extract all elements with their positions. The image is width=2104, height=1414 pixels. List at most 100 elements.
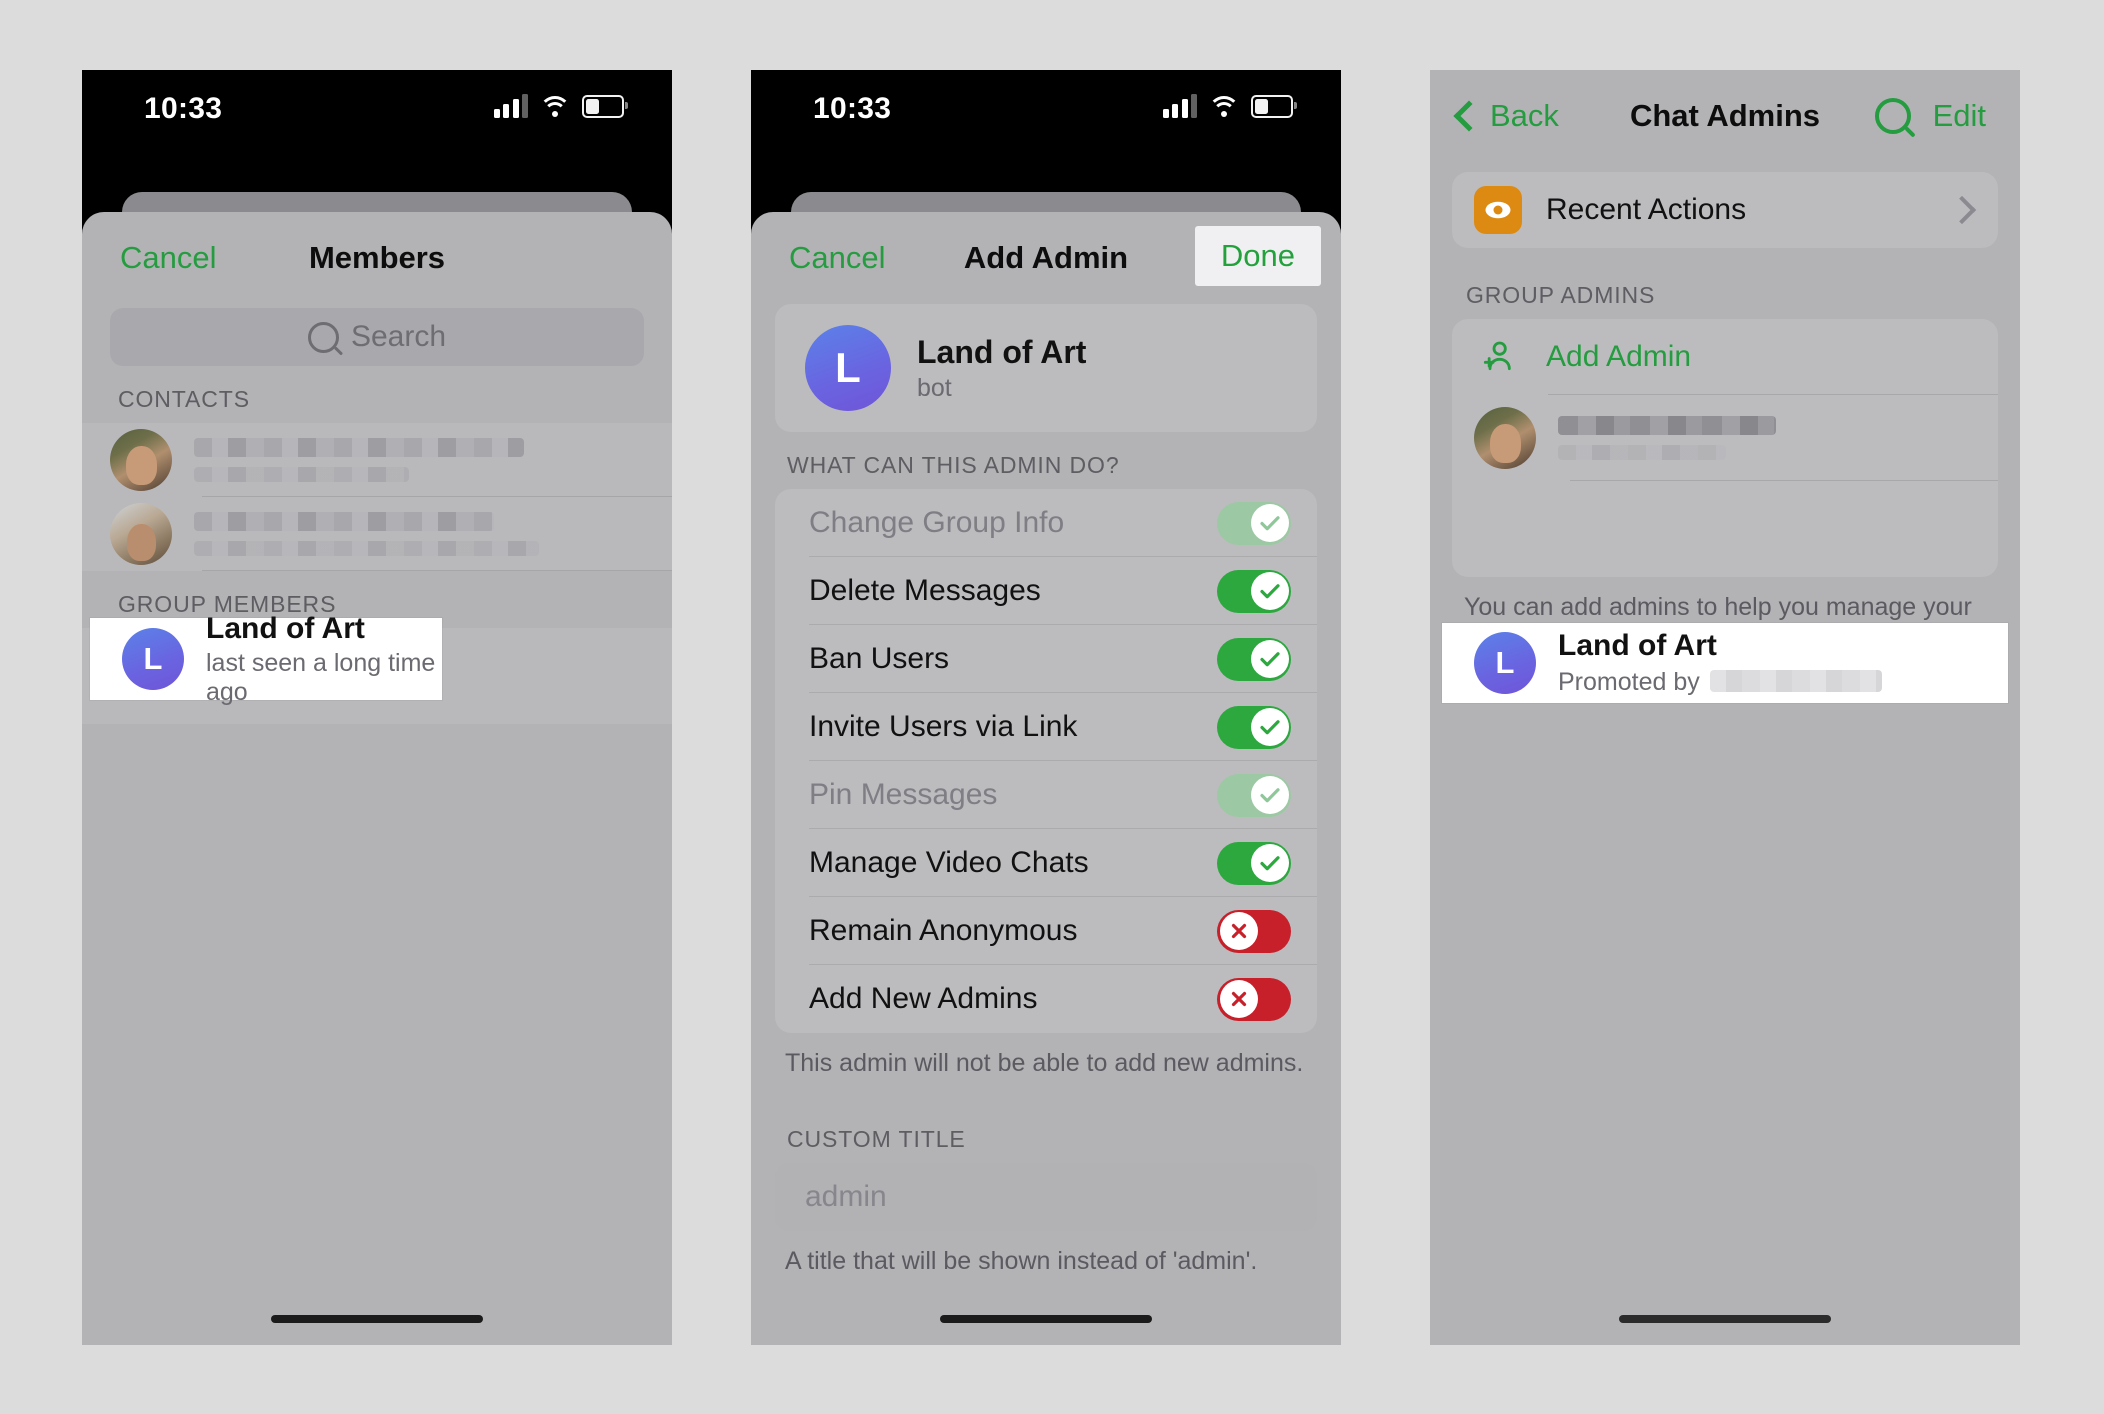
permission-row-pin-messages[interactable]: Pin Messages	[775, 761, 1317, 829]
add-admin-sheet: Cancel Add Admin Done L Land of Art bot …	[751, 212, 1341, 1345]
chevron-right-icon	[1947, 195, 1977, 225]
promoted-by-blurred-name	[1709, 670, 1882, 692]
chat-admins-navbar: Back Chat Admins Edit	[1430, 70, 2020, 162]
custom-title-placeholder: admin	[805, 1180, 887, 1213]
highlighted-member-land-of-art[interactable]: L Land of Art last seen a long time ago	[90, 612, 442, 706]
admin-name: Land of Art	[1558, 629, 1717, 662]
phone-screen-add-admin: 10:33 Cancel Add Admin Done L Land of Ar…	[751, 70, 1341, 1345]
member-name: Land of Art	[206, 611, 365, 645]
status-icons	[1162, 94, 1297, 118]
toggle-delete-messages[interactable]	[1217, 569, 1291, 613]
permissions-footnote: This admin will not be able to add new a…	[785, 1049, 1304, 1077]
edit-button[interactable]: Edit	[1933, 98, 1986, 134]
custom-title-input[interactable]: admin	[775, 1163, 1317, 1231]
search-placeholder: Search	[350, 320, 447, 353]
section-label-group-admins: GROUP ADMINS	[1466, 282, 1656, 308]
permission-row-delete-messages[interactable]: Delete Messages	[775, 557, 1317, 625]
group-admins-card: Add Admin	[1452, 319, 1998, 577]
custom-title-footnote: A title that will be shown instead of 'a…	[785, 1247, 1258, 1275]
custom-title-header: CUSTOM TITLE	[787, 1126, 966, 1152]
wifi-icon	[539, 95, 571, 117]
permission-row-manage-video-chats[interactable]: Manage Video Chats	[775, 829, 1317, 897]
bot-subtitle: bot	[917, 373, 952, 402]
contacts-list	[82, 423, 672, 571]
avatar: L	[1474, 632, 1536, 694]
permission-label: Manage Video Chats	[809, 846, 1089, 879]
home-indicator	[1619, 1315, 1831, 1323]
avatar-letter: L	[835, 344, 861, 391]
permission-row-ban-users[interactable]: Ban Users	[775, 625, 1317, 693]
status-bar: 10:33	[82, 70, 672, 148]
permission-row-add-new-admins[interactable]: Add New Admins	[775, 965, 1317, 1033]
search-icon[interactable]	[1874, 98, 1916, 138]
battery-icon	[1251, 94, 1297, 118]
status-time: 10:33	[813, 92, 892, 125]
highlighted-admin-land-of-art[interactable]: L Land of Art Promoted by	[1442, 623, 2008, 703]
permission-label: Delete Messages	[809, 574, 1041, 607]
avatar-letter: L	[143, 641, 163, 676]
blurred-name	[194, 438, 672, 482]
permissions-list: Change Group Info Delete Messages Ban Us…	[775, 489, 1317, 1033]
phone-screen-members: 10:33 Cancel Members Search CONTACTS GRO…	[82, 70, 672, 1345]
list-item[interactable]	[82, 497, 672, 571]
permission-label: Change Group Info	[809, 506, 1065, 539]
chat-admins-screen: Back Chat Admins Edit Recent Actions GRO…	[1430, 70, 2020, 1345]
members-sheet: Cancel Members Search CONTACTS GROUP MEM…	[82, 212, 672, 1345]
blurred-name	[194, 512, 672, 556]
status-time: 10:33	[144, 92, 223, 125]
person-add-icon	[1474, 337, 1522, 377]
add-admin-row[interactable]: Add Admin	[1452, 319, 1998, 395]
screenshot-stage: 10:33 Cancel Members Search CONTACTS GRO…	[0, 0, 2104, 1414]
permission-row-change-group-info[interactable]: Change Group Info	[775, 489, 1317, 557]
search-input[interactable]: Search	[110, 308, 644, 366]
status-bar: 10:33	[751, 70, 1341, 148]
toggle-ban-users[interactable]	[1217, 637, 1291, 681]
avatar: L	[122, 628, 184, 690]
done-button[interactable]: Done	[1194, 226, 1321, 286]
cellular-signal-icon	[1162, 94, 1197, 118]
permissions-header: WHAT CAN THIS ADMIN DO?	[787, 452, 1120, 478]
permission-label: Pin Messages	[809, 778, 998, 811]
home-indicator	[271, 1315, 483, 1323]
permission-row-invite-users-via-link[interactable]: Invite Users via Link	[775, 693, 1317, 761]
add-admin-navbar: Cancel Add Admin Done	[751, 212, 1341, 304]
permission-label: Add New Admins	[809, 982, 1038, 1015]
permission-label: Remain Anonymous	[809, 914, 1078, 947]
add-admin-label: Add Admin	[1546, 340, 1692, 373]
done-label: Done	[1220, 238, 1295, 273]
toggle-add-new-admins[interactable]	[1217, 977, 1291, 1021]
home-indicator	[940, 1315, 1152, 1323]
list-item[interactable]	[1452, 395, 1998, 481]
avatar: L	[805, 325, 891, 411]
avatar	[1474, 407, 1536, 469]
permission-label: Invite Users via Link	[809, 710, 1078, 743]
bot-name: Land of Art	[917, 333, 1087, 370]
phone-screen-chat-admins: 10:33 Back Chat Admins Edit	[1430, 70, 2020, 1345]
bot-profile-card[interactable]: L Land of Art bot	[775, 304, 1317, 432]
recent-actions-row[interactable]: Recent Actions	[1452, 172, 1998, 248]
toggle-pin-messages[interactable]	[1217, 773, 1291, 817]
cellular-signal-icon	[493, 94, 528, 118]
status-icons	[493, 94, 628, 118]
permission-row-remain-anonymous[interactable]: Remain Anonymous	[775, 897, 1317, 965]
section-label-contacts: CONTACTS	[118, 386, 250, 412]
page-title: Members	[308, 240, 446, 275]
wifi-icon	[1208, 95, 1240, 117]
avatar-letter: L	[1495, 645, 1515, 680]
member-status: last seen a long time ago	[206, 648, 436, 706]
list-item[interactable]	[82, 423, 672, 497]
avatar	[110, 503, 172, 565]
toggle-invite-users-via-link[interactable]	[1217, 705, 1291, 749]
toggle-remain-anonymous[interactable]	[1217, 909, 1291, 953]
avatar	[110, 429, 172, 491]
search-icon	[307, 321, 339, 353]
toggle-manage-video-chats[interactable]	[1217, 841, 1291, 885]
eye-icon	[1474, 186, 1522, 234]
blurred-name	[1558, 416, 1972, 460]
navbar-right-actions: Edit	[1874, 98, 1986, 138]
members-navbar: Cancel Members	[82, 212, 672, 304]
recent-actions-card[interactable]: Recent Actions	[1452, 172, 1998, 248]
toggle-change-group-info[interactable]	[1217, 501, 1291, 545]
promoted-by-label: Promoted by	[1558, 668, 1700, 696]
battery-icon	[582, 94, 628, 118]
